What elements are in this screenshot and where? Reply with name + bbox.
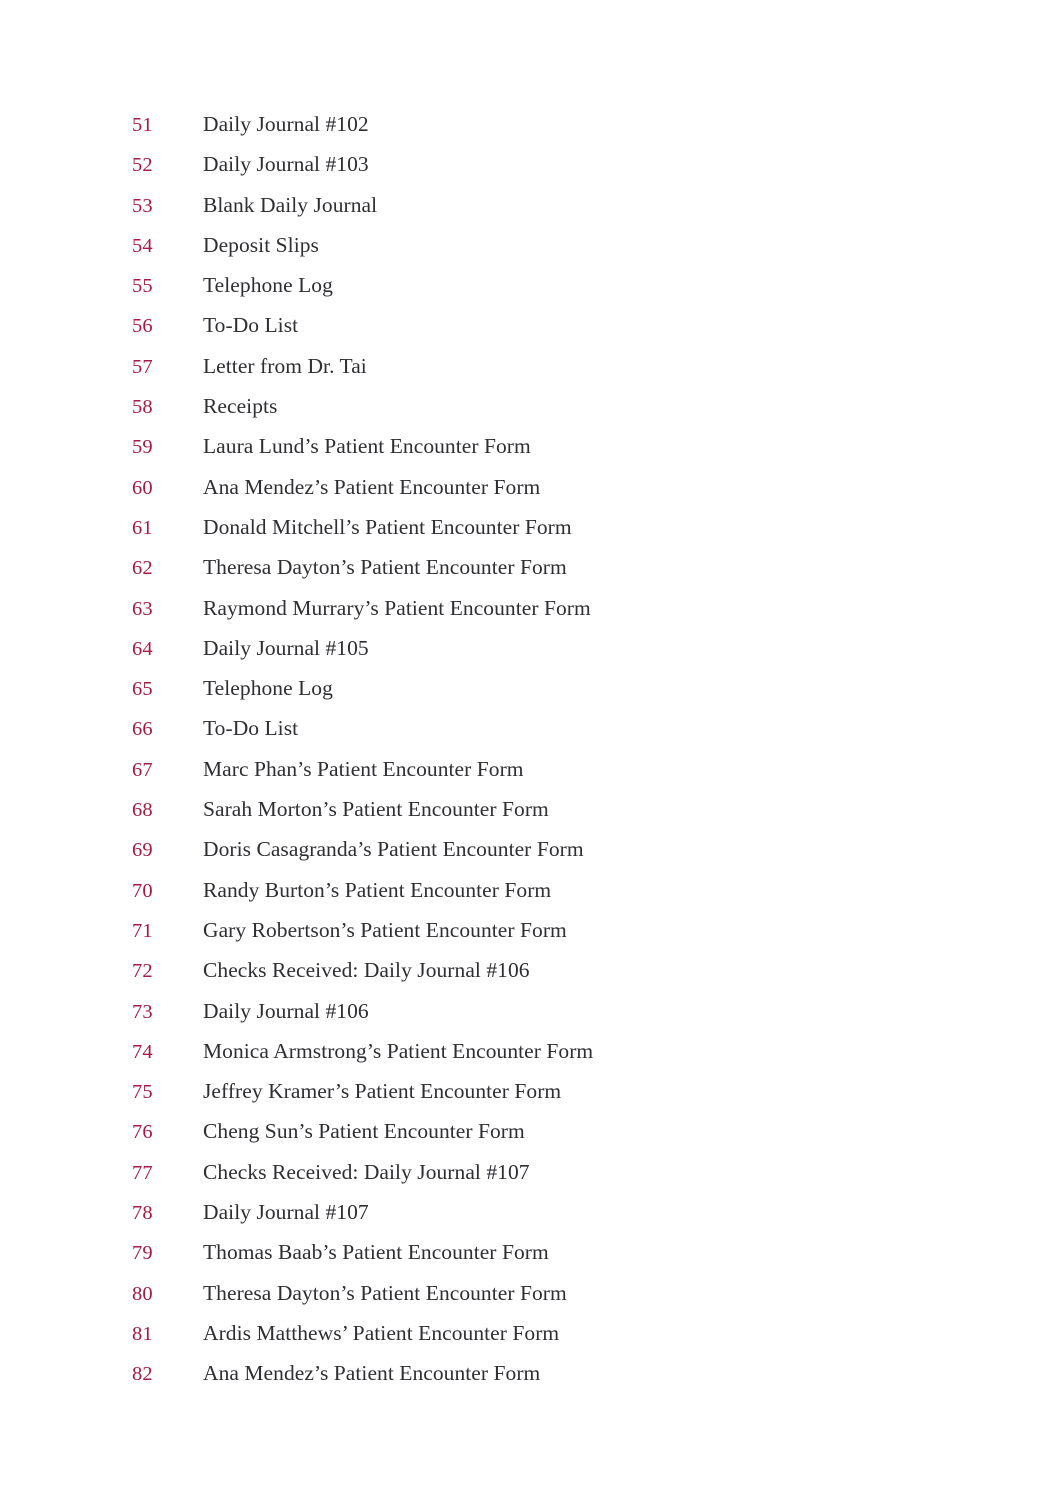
index-entry-label: Checks Received: Daily Journal #107 <box>203 1159 530 1184</box>
index-entry-label: Telephone Log <box>203 676 333 701</box>
index-entry-number: 52 <box>132 154 153 177</box>
index-entry-number: 70 <box>132 879 153 902</box>
index-entry-row: 73 Daily Journal #106 <box>132 991 1062 1031</box>
index-entry-row: 61 Donald Mitchell’s Patient Encounter Fo… <box>132 507 1062 547</box>
index-entry-number: 73 <box>132 1000 153 1023</box>
index-entry-row: 74 Monica Armstrong’s Patient Encounter F… <box>132 1031 1062 1071</box>
index-entry-row: 67 Marc Phan’s Patient Encounter Form <box>132 749 1062 789</box>
index-entry-number: 67 <box>132 758 153 781</box>
index-entry-label: Daily Journal #105 <box>203 635 369 660</box>
index-entry-row: 51 Daily Journal #102 <box>132 104 1062 144</box>
index-entry-number: 72 <box>132 960 153 983</box>
document-page: 51 Daily Journal #102 52 Daily Journal #103… <box>0 0 1062 1505</box>
index-entry-number: 51 <box>132 114 153 136</box>
index-entry-number: 74 <box>132 1040 153 1063</box>
index-entry-label: Deposit Slips <box>203 232 319 257</box>
index-entry-label: Monica Armstrong’s Patient Encounter For… <box>203 1038 594 1063</box>
index-entry-label: Daily Journal #106 <box>203 998 369 1023</box>
index-entry-number: 53 <box>132 194 153 217</box>
index-entry-label: Ardis Matthews’ Patient Encounter Form <box>203 1320 560 1345</box>
index-entry-label: Daily Journal #107 <box>203 1200 369 1225</box>
index-entry-row: 60 Ana Mendez’s Patient Encounter Form <box>132 467 1062 507</box>
index-entry-label: Ana Mendez’s Patient Encounter Form <box>203 1361 541 1386</box>
index-entry-number: 77 <box>132 1161 153 1184</box>
index-entry-label: To-Do List <box>203 313 299 338</box>
index-entry-label: Cheng Sun’s Patient Encounter Form <box>203 1119 525 1144</box>
index-entry-number: 59 <box>132 436 153 459</box>
index-entry-number: 55 <box>132 275 153 298</box>
index-entry-row: 64 Daily Journal #105 <box>132 628 1062 668</box>
index-entry-label: Doris Casagranda’s Patient Encounter For… <box>203 837 584 862</box>
index-entry-label: Telephone Log <box>203 273 333 298</box>
index-entry-label: Thomas Baab’s Patient Encounter Form <box>203 1240 549 1265</box>
index-entry-number: 57 <box>132 355 153 378</box>
index-entry-row: 79 Thomas Baab’s Patient Encounter Form <box>132 1232 1062 1272</box>
index-entry-label: Ana Mendez’s Patient Encounter Form <box>203 474 541 499</box>
index-entry-label: Blank Daily Journal <box>203 192 378 217</box>
index-entry-label: Receipts <box>203 394 278 419</box>
index-entry-number: 60 <box>132 476 153 499</box>
index-entry-label: Donald Mitchell’s Patient Encounter Form <box>203 514 572 539</box>
index-entry-row: 66 To-Do List <box>132 708 1062 748</box>
index-entry-row: 70 Randy Burton’s Patient Encounter Form <box>132 870 1062 910</box>
index-entry-number: 76 <box>132 1121 153 1144</box>
index-entry-row: 75 Jeffrey Kramer’s Patient Encounter For… <box>132 1071 1062 1111</box>
index-entry-number: 79 <box>132 1242 153 1265</box>
index-entry-row: 68 Sarah Morton’s Patient Encounter Form <box>132 789 1062 829</box>
index-entry-label: Theresa Dayton’s Patient Encounter Form <box>203 555 567 580</box>
index-entry-row: 53 Blank Daily Journal <box>132 185 1062 225</box>
index-entry-number: 54 <box>132 234 153 257</box>
index-entry-label: To-Do List <box>203 716 299 741</box>
index-entry-row: 56 To-Do List <box>132 305 1062 345</box>
index-entry-row: 58 Receipts <box>132 386 1062 426</box>
index-entry-label: Raymond Murrary’s Patient Encounter Form <box>203 595 591 620</box>
index-entry-number: 61 <box>132 516 153 539</box>
index-entry-number: 75 <box>132 1081 153 1104</box>
index-entry-row: 52 Daily Journal #103 <box>132 144 1062 184</box>
index-entry-number: 63 <box>132 597 153 620</box>
index-entry-row: 71 Gary Robertson’s Patient Encounter For… <box>132 910 1062 950</box>
index-entry-label: Letter from Dr. Tai <box>203 353 367 378</box>
index-entry-number: 58 <box>132 396 153 419</box>
index-entry-number: 71 <box>132 919 153 942</box>
index-entry-number: 81 <box>132 1322 153 1345</box>
index-entry-row: 57 Letter from Dr. Tai <box>132 346 1062 386</box>
index-entry-row: 81 Ardis Matthews’ Patient Encounter Form <box>132 1313 1062 1353</box>
index-entry-number: 78 <box>132 1202 153 1225</box>
index-entry-label: Marc Phan’s Patient Encounter Form <box>203 756 524 781</box>
index-entry-number: 82 <box>132 1363 153 1386</box>
index-entry-label: Theresa Dayton’s Patient Encounter Form <box>203 1280 567 1305</box>
index-entry-row: 69 Doris Casagranda’s Patient Encounter F… <box>132 829 1062 869</box>
index-entry-number: 66 <box>132 718 153 741</box>
index-entry-row: 80 Theresa Dayton’s Patient Encounter For… <box>132 1273 1062 1313</box>
index-entry-number: 69 <box>132 839 153 862</box>
index-entry-row: 76 Cheng Sun’s Patient Encounter Form <box>132 1111 1062 1151</box>
index-entry-row: 72 Checks Received: Daily Journal #106 <box>132 950 1062 990</box>
index-entry-number: 65 <box>132 678 153 701</box>
index-entry-number: 62 <box>132 557 153 580</box>
index-entry-row: 78 Daily Journal #107 <box>132 1192 1062 1232</box>
index-entry-number: 68 <box>132 799 153 822</box>
index-entry-label: Laura Lund’s Patient Encounter Form <box>203 434 531 459</box>
index-entry-row: 65 Telephone Log <box>132 668 1062 708</box>
index-entry-row: 82 Ana Mendez’s Patient Encounter Form <box>132 1353 1062 1393</box>
index-entry-label: Jeffrey Kramer’s Patient Encounter Form <box>203 1079 562 1104</box>
index-entry-number: 56 <box>132 315 153 338</box>
index-entry-label: Randy Burton’s Patient Encounter Form <box>203 877 552 902</box>
index-entry-row: 54 Deposit Slips <box>132 225 1062 265</box>
index-entry-label: Sarah Morton’s Patient Encounter Form <box>203 797 549 822</box>
index-entry-label: Gary Robertson’s Patient Encounter Form <box>203 917 567 942</box>
index-entry-label: Checks Received: Daily Journal #106 <box>203 958 530 983</box>
index-entry-label: Daily Journal #103 <box>203 152 369 177</box>
index-entry-row: 63 Raymond Murrary’s Patient Encounter Fo… <box>132 588 1062 628</box>
index-entry-row: 55 Telephone Log <box>132 265 1062 305</box>
index-entry-row: 59 Laura Lund’s Patient Encounter Form <box>132 426 1062 466</box>
index-entry-row: 77 Checks Received: Daily Journal #107 <box>132 1152 1062 1192</box>
index-entry-label: Daily Journal #102 <box>203 112 369 136</box>
index-entry-number: 64 <box>132 637 153 660</box>
index-entry-number: 80 <box>132 1282 153 1305</box>
index-list: 51 Daily Journal #102 52 Daily Journal #103… <box>132 104 1062 1394</box>
index-entry-row: 62 Theresa Dayton’s Patient Encounter For… <box>132 547 1062 587</box>
